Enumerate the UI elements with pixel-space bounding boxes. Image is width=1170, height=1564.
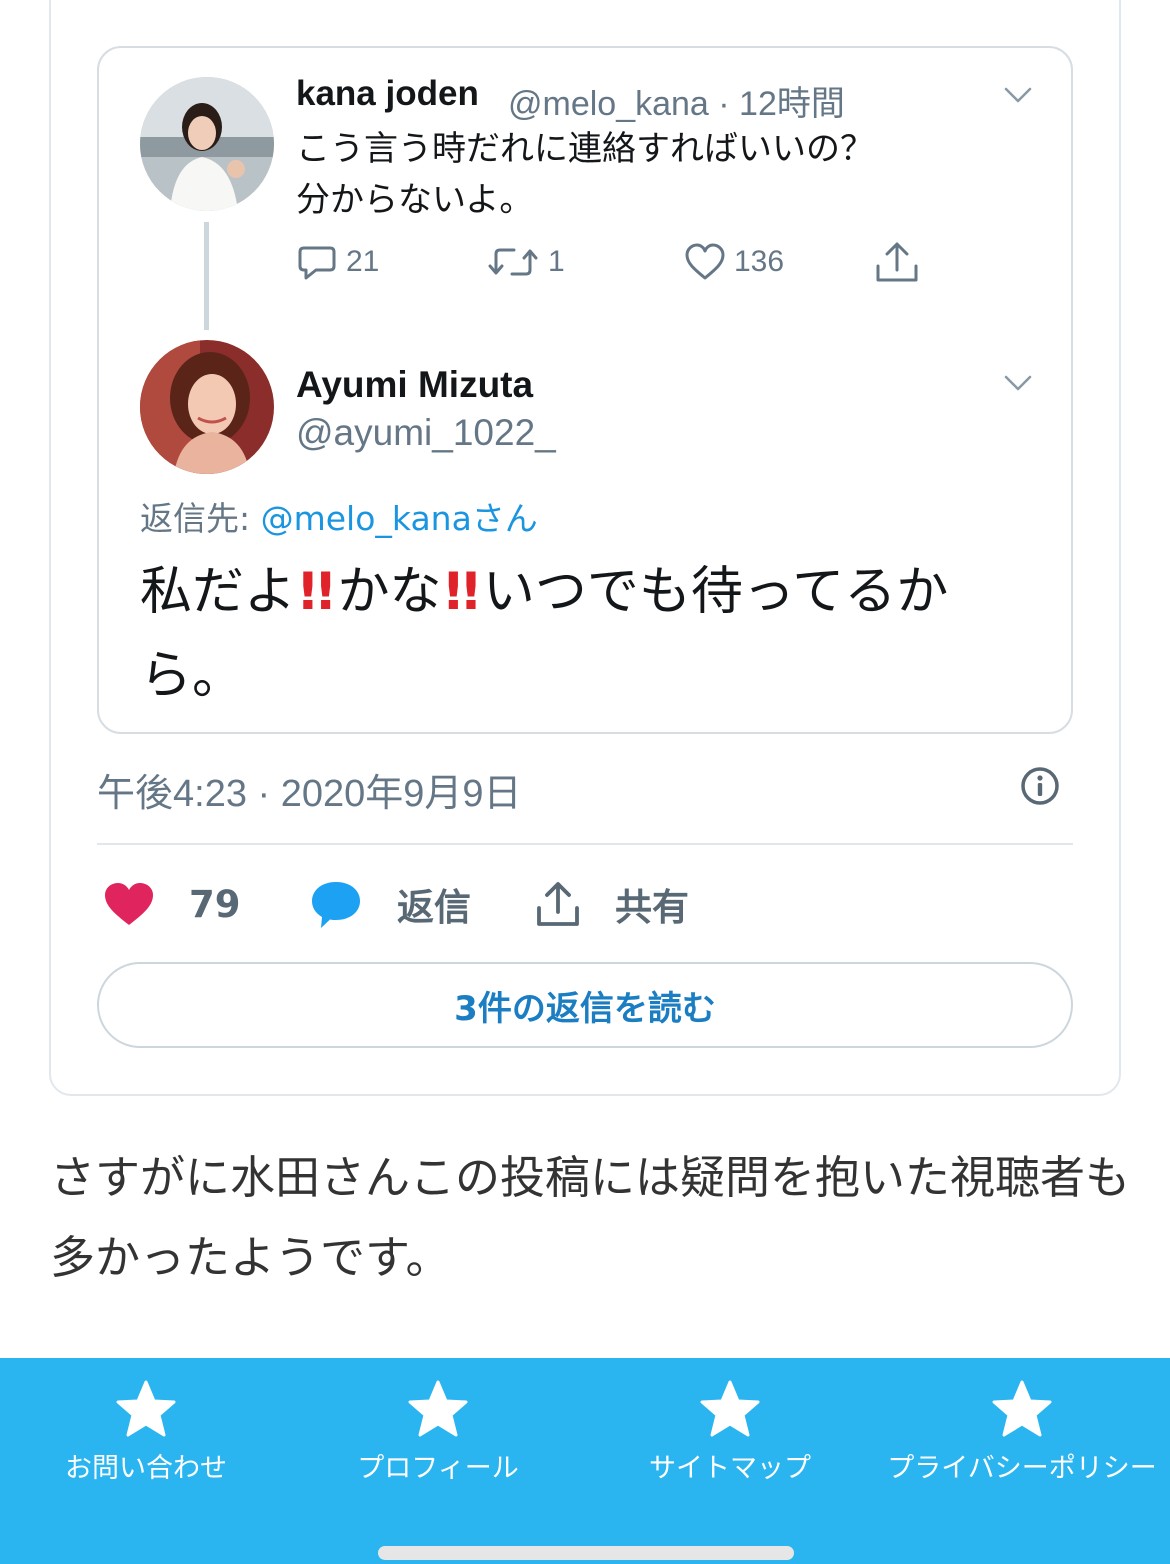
nav-item-privacy-policy[interactable]: プライバシーポリシー <box>876 1358 1168 1498</box>
nav-label-profile: プロフィール <box>357 1453 519 1484</box>
info-icon[interactable] <box>1020 766 1060 806</box>
kana-handle-time[interactable]: @melo_kana · 12時間 <box>508 76 845 125</box>
speech-bubble-icon <box>312 882 360 928</box>
embed-actions: 79 返信 共有 <box>97 874 1073 934</box>
reply-to-prefix: 返信先: <box>140 499 261 538</box>
tweet-timestamp[interactable]: 午後4:23 · 2020年9月9日 <box>97 762 522 817</box>
embed-divider <box>97 843 1073 845</box>
retweet-icon <box>488 248 538 276</box>
thread-connector <box>204 222 209 330</box>
tweet-text-part-2: かな <box>337 562 442 622</box>
ayumi-avatar[interactable] <box>140 340 274 474</box>
reply-count: 21 <box>346 245 380 278</box>
bottom-nav-bar: お問い合わせ プロフィール サイトマップ プライバシーポリシー <box>0 1358 1170 1564</box>
read-replies-button[interactable]: 3件の返信を読む <box>97 962 1073 1048</box>
double-exclamation-icon: !! <box>296 562 338 622</box>
ayumi-tweet-text: 私だよ!! かな!! いつでも待ってるから。 <box>140 550 1030 718</box>
star-icon <box>408 1380 468 1437</box>
chevron-down-icon[interactable] <box>1004 374 1032 392</box>
article-paragraph: さすがに水田さんこの投稿には疑問を抱いた視聴者も多かったようです。 <box>50 1151 1131 1284</box>
ayumi-display-name[interactable]: Ayumi Mizuta <box>296 364 533 406</box>
reply-to-line: 返信先: @melo_kanaさん <box>140 492 538 540</box>
kana-tweet-text: こう言う時だれに連絡すればいいの？ 分からないよ。 <box>296 124 976 226</box>
reply-button[interactable]: 返信 <box>309 874 471 934</box>
nav-item-profile[interactable]: プロフィール <box>292 1358 584 1498</box>
kana-display-name[interactable]: kana joden <box>296 74 479 114</box>
nav-label-contact: お問い合わせ <box>65 1453 227 1484</box>
reply-action[interactable]: 21 <box>296 240 379 284</box>
share-button[interactable]: 共有 <box>535 874 689 934</box>
heart-outline-icon <box>685 243 725 280</box>
embed-like-count: 79 <box>189 882 241 926</box>
star-icon <box>992 1380 1052 1437</box>
retweet-count: 1 <box>548 245 565 278</box>
kana-avatar[interactable] <box>140 77 274 211</box>
nav-label-sitemap: サイトマップ <box>649 1453 811 1484</box>
retweet-action[interactable]: 1 <box>486 240 565 284</box>
reply-bubble-icon <box>298 246 336 280</box>
share-label: 共有 <box>615 886 689 929</box>
tweet-text-part-1: 私だよ <box>140 562 297 622</box>
like-action[interactable]: 136 <box>684 240 784 284</box>
chevron-down-icon[interactable] <box>1004 86 1032 104</box>
nav-item-contact[interactable]: お問い合わせ <box>0 1358 292 1498</box>
reply-to-mention-link[interactable]: @melo_kanaさん <box>261 499 538 538</box>
reply-label: 返信 <box>397 886 471 929</box>
star-icon <box>700 1380 760 1437</box>
share-action[interactable] <box>874 240 920 284</box>
like-count: 136 <box>734 245 785 278</box>
nav-label-privacy-policy: プライバシーポリシー <box>887 1453 1157 1484</box>
share-upload-icon <box>876 242 918 282</box>
double-exclamation-icon: !! <box>441 562 483 622</box>
ayumi-handle[interactable]: @ayumi_1022_ <box>296 412 556 454</box>
home-indicator[interactable] <box>378 1546 794 1560</box>
like-button[interactable]: 79 <box>103 874 241 934</box>
star-icon <box>116 1380 176 1437</box>
kana-tweet-actions: 21 1 136 <box>296 240 936 284</box>
kana-tweet-line-2: 分からないよ。 <box>296 180 534 220</box>
nav-item-sitemap[interactable]: サイトマップ <box>584 1358 876 1498</box>
kana-tweet-line-1: こう言う時だれに連絡すればいいの？ <box>296 129 874 169</box>
share-upload-icon <box>537 882 579 926</box>
heart-filled-icon <box>105 883 153 925</box>
